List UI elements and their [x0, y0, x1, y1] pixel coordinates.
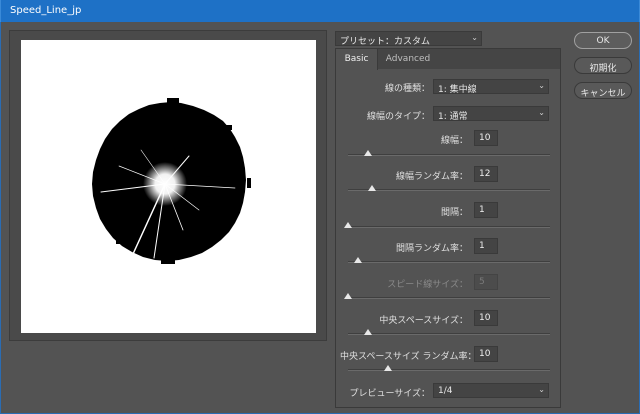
- line-kind-select[interactable]: 1: 集中線 ⌄: [433, 79, 549, 95]
- spacing-slider[interactable]: [344, 222, 550, 228]
- speedline-size-slider-thumb: [344, 293, 352, 299]
- line-width-label: 線幅：: [440, 136, 468, 146]
- line-width-type-select[interactable]: 1: 通常 ⌄: [433, 106, 549, 122]
- line-width-slider-thumb[interactable]: [364, 150, 373, 156]
- line-width-type-value: 1: 通常: [438, 112, 468, 122]
- cancel-button[interactable]: キャンセル: [574, 82, 632, 99]
- line-width-random-input[interactable]: 12: [474, 166, 498, 182]
- tab-basic[interactable]: Basic: [336, 49, 378, 70]
- preview-size-label: プレビューサイズ：: [349, 389, 430, 399]
- spacing-random-slider-thumb[interactable]: [354, 257, 363, 263]
- spacing-slider-thumb[interactable]: [344, 222, 352, 228]
- speed-line-preview-image: [92, 98, 251, 264]
- line-width-type-label: 線幅のタイプ：: [366, 112, 430, 122]
- center-space-random-slider[interactable]: [348, 365, 550, 371]
- window-title: Speed_Line_jp: [0, 0, 640, 22]
- preset-select[interactable]: プリセット：カスタム ⌄: [335, 31, 482, 47]
- chevron-down-icon: ⌄: [538, 81, 545, 90]
- center-space-size-slider-thumb[interactable]: [364, 329, 373, 335]
- preview-size-select[interactable]: 1/4 ⌄: [433, 383, 549, 398]
- spacing-label: 間隔：: [440, 208, 468, 218]
- center-space-size-input[interactable]: 10: [474, 310, 498, 326]
- chevron-down-icon: ⌄: [471, 33, 478, 42]
- spacing-input[interactable]: 1: [474, 202, 498, 218]
- chevron-down-icon: ⌄: [538, 385, 545, 394]
- center-space-random-label: 中央スペースサイズ ランダム率：: [340, 352, 477, 362]
- speedline-size-slider: [344, 293, 550, 299]
- preview-canvas[interactable]: [21, 40, 316, 333]
- center-space-random-slider-thumb[interactable]: [384, 365, 393, 371]
- tab-advanced[interactable]: Advanced: [378, 49, 438, 70]
- center-space-random-input[interactable]: 10: [474, 346, 498, 362]
- ok-button[interactable]: OK: [574, 32, 632, 49]
- speedline-size-label: スピード線サイズ：: [387, 280, 468, 290]
- reset-button[interactable]: 初期化: [574, 57, 632, 74]
- spacing-random-input[interactable]: 1: [474, 238, 498, 254]
- spacing-random-label: 間隔ランダム率：: [395, 244, 468, 254]
- preview-size-value: 1/4: [438, 386, 453, 396]
- line-kind-value: 1: 集中線: [438, 85, 477, 95]
- line-width-input[interactable]: 10: [474, 130, 498, 146]
- line-kind-label: 線の種類：: [384, 84, 430, 94]
- line-width-random-label: 線幅ランダム率：: [395, 172, 468, 182]
- preset-select-label: プリセット：カスタム: [340, 37, 431, 47]
- chevron-down-icon: ⌄: [538, 108, 545, 117]
- center-space-size-label: 中央スペースサイズ：: [379, 316, 468, 326]
- line-width-random-slider[interactable]: [348, 185, 550, 191]
- center-space-size-slider[interactable]: [348, 329, 550, 335]
- line-width-slider[interactable]: [348, 150, 550, 156]
- line-width-random-slider-thumb[interactable]: [368, 185, 377, 191]
- speedline-size-input: 5: [474, 274, 498, 290]
- spacing-random-slider[interactable]: [348, 257, 550, 263]
